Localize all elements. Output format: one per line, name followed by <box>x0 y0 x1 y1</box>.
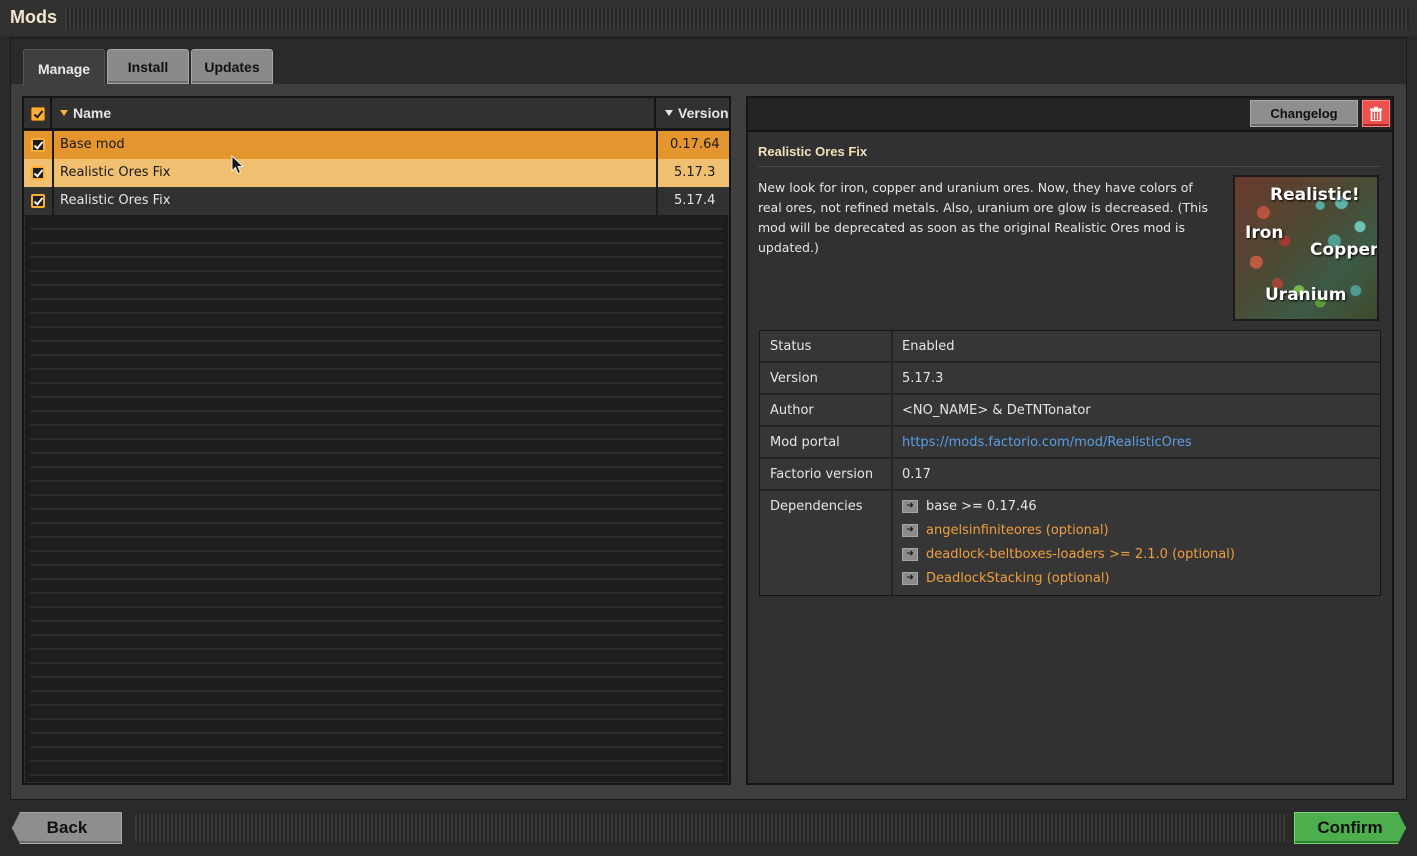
mod-row[interactable]: Realistic Ores Fix 5.17.4 <box>24 187 729 215</box>
info-row-status <box>760 331 1380 363</box>
mod-row[interactable]: Realistic Ores Fix 5.17.3 <box>24 159 729 187</box>
version-key: Version <box>770 371 818 386</box>
status-key: Status <box>770 339 812 354</box>
dependency-item[interactable]: DeadlockStacking (optional) <box>926 571 1110 586</box>
mod-enabled-checkbox[interactable] <box>31 166 45 180</box>
tab-install[interactable]: Install <box>107 49 189 84</box>
mod-row-name-cell <box>54 131 656 159</box>
dependency-item: base >= 0.17.46 <box>926 499 1037 514</box>
mod-description: New look for iron, copper and uranium or… <box>758 180 1208 255</box>
title-separator <box>758 166 1380 167</box>
header-name-cell <box>54 98 656 130</box>
bottom-drag-handle <box>135 814 1285 842</box>
mod-enabled-checkbox[interactable] <box>31 138 45 152</box>
column-header-version-label: Version <box>678 105 729 121</box>
checkmark-icon <box>33 108 44 119</box>
info-table-divider <box>891 331 893 595</box>
checkmark-icon <box>33 195 44 206</box>
mod-name: Base mod <box>60 137 125 152</box>
mod-version: 5.17.4 <box>674 193 716 208</box>
author-value: <NO_NAME> & DeTNTonator <box>902 403 1091 418</box>
thumbnail-caption: Realistic! <box>1270 185 1360 205</box>
mod-portal-key: Mod portal <box>770 435 840 450</box>
dependency-arrow-icon[interactable]: ➜ <box>902 572 918 585</box>
sort-arrow-icon <box>665 109 673 116</box>
mod-version: 5.17.3 <box>674 165 716 180</box>
status-value: Enabled <box>902 339 955 354</box>
changelog-button[interactable]: Changelog <box>1250 100 1358 127</box>
factorio-version-value: 0.17 <box>902 467 931 482</box>
tab-updates[interactable]: Updates <box>191 49 273 84</box>
mod-name: Realistic Ores Fix <box>60 165 171 180</box>
dependency-arrow-icon[interactable]: ➜ <box>902 500 918 513</box>
dependencies-key: Dependencies <box>770 499 863 514</box>
mod-enabled-checkbox[interactable] <box>31 194 45 208</box>
dependency-item[interactable]: angelsinfiniteores (optional) <box>926 523 1109 538</box>
dependency-arrow-icon[interactable]: ➜ <box>902 524 918 537</box>
empty-list-area <box>30 216 723 778</box>
column-header-name[interactable]: Name <box>60 105 111 121</box>
column-header-version[interactable]: Version <box>665 105 729 121</box>
thumbnail-caption: Copper <box>1310 240 1379 260</box>
factorio-version-key: Factorio version <box>770 467 874 482</box>
checkmark-icon <box>33 139 44 150</box>
title-drag-handle[interactable] <box>65 7 1409 29</box>
author-key: Author <box>770 403 814 418</box>
mod-thumbnail: Realistic! Iron Copper Uranium <box>1233 175 1379 321</box>
mouse-cursor-icon <box>231 155 245 175</box>
dependency-item[interactable]: deadlock-beltboxes-loaders >= 2.1.0 (opt… <box>926 547 1235 562</box>
checkmark-icon <box>33 167 44 178</box>
mod-version: 0.17.64 <box>670 137 720 152</box>
thumbnail-caption: Uranium <box>1265 285 1347 305</box>
thumbnail-caption: Iron <box>1245 223 1284 243</box>
window-title: Mods <box>10 7 57 27</box>
back-button[interactable]: Back <box>12 812 122 844</box>
mod-portal-link[interactable]: https://mods.factorio.com/mod/RealisticO… <box>902 435 1192 450</box>
mod-title: Realistic Ores Fix <box>758 144 868 159</box>
trash-icon <box>1370 106 1382 121</box>
version-value: 5.17.3 <box>902 371 944 386</box>
dependency-arrow-icon[interactable]: ➜ <box>902 548 918 561</box>
confirm-button[interactable]: Confirm <box>1294 812 1406 844</box>
mod-name: Realistic Ores Fix <box>60 193 171 208</box>
tab-manage[interactable]: Manage <box>23 49 105 87</box>
column-header-name-label: Name <box>73 105 112 121</box>
info-row-version <box>760 363 1380 395</box>
delete-mod-button[interactable] <box>1362 100 1390 127</box>
select-all-checkbox[interactable] <box>31 107 45 121</box>
mod-row[interactable]: Base mod 0.17.64 <box>24 131 729 159</box>
sort-arrow-icon <box>60 109 68 116</box>
